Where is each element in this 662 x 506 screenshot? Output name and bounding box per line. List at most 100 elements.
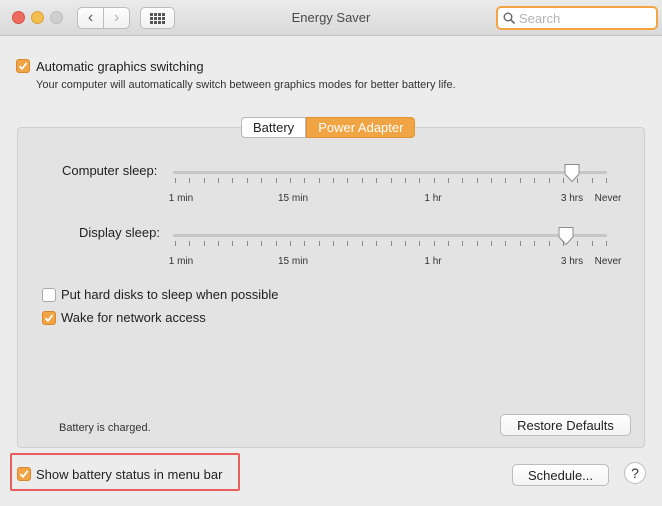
display-sleep-tick-label: 1 hr xyxy=(424,256,442,267)
search-input[interactable] xyxy=(519,10,649,26)
computer-sleep-tick xyxy=(390,178,392,183)
computer-sleep-tick xyxy=(534,178,536,183)
computer-sleep-tick-label: 1 hr xyxy=(424,193,442,204)
display-sleep-tick xyxy=(289,241,291,246)
display-sleep-tick xyxy=(203,241,205,246)
display-sleep-slider-track[interactable] xyxy=(173,234,607,237)
computer-sleep-tick xyxy=(476,178,478,183)
display-sleep-tick xyxy=(333,241,335,246)
computer-sleep-tick xyxy=(361,178,363,183)
search-icon xyxy=(503,12,515,24)
computer-sleep-tick xyxy=(419,178,421,183)
display-sleep-tick xyxy=(433,241,435,246)
wake-network-checkbox[interactable] xyxy=(42,311,56,325)
computer-sleep-tick xyxy=(376,178,378,183)
computer-sleep-tick xyxy=(519,178,521,183)
display-sleep-label: Display sleep: xyxy=(79,225,160,240)
computer-sleep-tick xyxy=(591,178,593,183)
computer-sleep-tick xyxy=(275,178,277,183)
display-sleep-tick xyxy=(347,241,349,246)
computer-sleep-tick xyxy=(505,178,507,183)
schedule-button[interactable]: Schedule... xyxy=(512,464,609,486)
display-sleep-tick xyxy=(246,241,248,246)
auto-graphics-description: Your computer will automatically switch … xyxy=(36,79,456,91)
computer-sleep-tick xyxy=(577,178,579,183)
display-sleep-tick xyxy=(577,241,579,246)
computer-sleep-tick xyxy=(447,178,449,183)
computer-sleep-slider-thumb[interactable] xyxy=(563,163,581,183)
computer-sleep-label: Computer sleep: xyxy=(62,163,158,178)
battery-status-text: Battery is charged. xyxy=(59,422,151,434)
display-sleep-tick-label: 1 min xyxy=(168,256,194,267)
computer-sleep-tick xyxy=(189,178,191,183)
computer-sleep-tick xyxy=(218,178,220,183)
display-sleep-tick xyxy=(606,241,607,246)
computer-sleep-tick xyxy=(433,178,435,183)
display-sleep-tick-label: Never xyxy=(594,256,622,267)
computer-sleep-tick xyxy=(261,178,263,183)
computer-sleep-tick xyxy=(562,178,564,183)
display-sleep-slider-thumb[interactable] xyxy=(557,226,575,246)
computer-sleep-slider-track[interactable] xyxy=(173,171,607,174)
display-sleep-tick xyxy=(591,241,593,246)
tab-battery[interactable]: Battery xyxy=(241,117,307,138)
show-battery-checkbox[interactable] xyxy=(17,467,31,481)
wake-network-label[interactable]: Wake for network access xyxy=(61,310,206,325)
display-sleep-tick xyxy=(232,241,234,246)
computer-sleep-tick xyxy=(347,178,349,183)
computer-sleep-tick-label: 15 min xyxy=(277,193,309,204)
computer-sleep-tick xyxy=(175,178,176,183)
display-sleep-tick xyxy=(318,241,320,246)
auto-graphics-checkbox[interactable] xyxy=(16,59,30,73)
display-sleep-tick xyxy=(462,241,464,246)
display-sleep-tick xyxy=(548,241,550,246)
display-sleep-tick-label: 3 hrs xyxy=(560,256,584,267)
display-sleep-tick xyxy=(505,241,507,246)
display-sleep-tick xyxy=(519,241,521,246)
display-sleep-tick xyxy=(361,241,363,246)
display-sleep-tick xyxy=(419,241,421,246)
display-sleep-tick xyxy=(562,241,564,246)
computer-sleep-tick xyxy=(491,178,493,183)
hard-disks-label[interactable]: Put hard disks to sleep when possible xyxy=(61,287,279,302)
display-sleep-tick xyxy=(189,241,191,246)
auto-graphics-label[interactable]: Automatic graphics switching xyxy=(36,59,204,74)
computer-sleep-tick xyxy=(606,178,607,183)
computer-sleep-tick xyxy=(333,178,335,183)
display-sleep-tick xyxy=(376,241,378,246)
search-field[interactable] xyxy=(496,6,658,30)
hard-disks-checkbox[interactable] xyxy=(42,288,56,302)
computer-sleep-tick xyxy=(246,178,248,183)
computer-sleep-tick-label: Never xyxy=(594,193,622,204)
checkmark-icon xyxy=(19,470,29,479)
title-bar: ‹ › Energy Saver xyxy=(0,0,662,36)
computer-sleep-tick xyxy=(232,178,234,183)
display-sleep-tick xyxy=(175,241,176,246)
display-sleep-tick xyxy=(404,241,406,246)
restore-defaults-button[interactable]: Restore Defaults xyxy=(500,414,631,436)
checkmark-icon xyxy=(44,314,54,323)
computer-sleep-tick xyxy=(318,178,320,183)
display-sleep-tick xyxy=(476,241,478,246)
help-button[interactable]: ? xyxy=(624,462,646,484)
computer-sleep-tick xyxy=(289,178,291,183)
display-sleep-tick xyxy=(447,241,449,246)
computer-sleep-tick xyxy=(304,178,306,183)
display-sleep-tick xyxy=(304,241,306,246)
display-sleep-tick xyxy=(218,241,220,246)
display-sleep-tick-label: 15 min xyxy=(277,256,309,267)
computer-sleep-tick xyxy=(203,178,205,183)
computer-sleep-tick-label: 3 hrs xyxy=(560,193,584,204)
checkmark-icon xyxy=(18,62,28,71)
tab-power-adapter[interactable]: Power Adapter xyxy=(306,117,416,138)
computer-sleep-tick-label: 1 min xyxy=(168,193,194,204)
computer-sleep-tick xyxy=(548,178,550,183)
computer-sleep-tick xyxy=(404,178,406,183)
display-sleep-tick xyxy=(491,241,493,246)
display-sleep-tick xyxy=(390,241,392,246)
display-sleep-tick xyxy=(275,241,277,246)
power-source-tabs: Battery Power Adapter xyxy=(241,117,416,138)
show-battery-label[interactable]: Show battery status in menu bar xyxy=(36,467,222,482)
display-sleep-tick xyxy=(261,241,263,246)
display-sleep-tick xyxy=(534,241,536,246)
